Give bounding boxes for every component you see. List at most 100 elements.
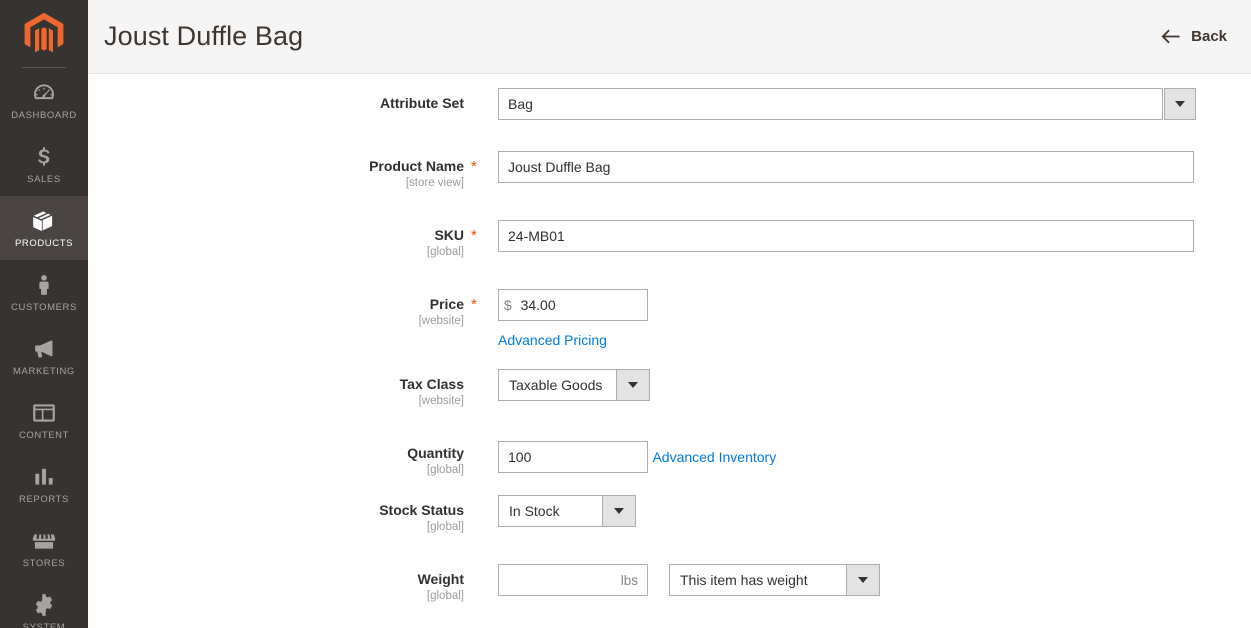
sidebar-item-label: CUSTOMERS: [11, 301, 77, 313]
sidebar-item-sales[interactable]: SALES: [0, 132, 88, 196]
sidebar-item-reports[interactable]: REPORTS: [0, 452, 88, 516]
sidebar-item-label: REPORTS: [19, 493, 69, 505]
stock-status-dropdown-button[interactable]: [602, 495, 636, 527]
sidebar-item-marketing[interactable]: MARKETING: [0, 324, 88, 388]
tax-class-dropdown-button[interactable]: [616, 369, 650, 401]
magento-logo[interactable]: [0, 0, 88, 68]
field-label: SKU: [434, 227, 464, 243]
field-label-group: Tax Class * [website]: [88, 369, 481, 407]
field-label: Weight: [417, 571, 464, 587]
sidebar-item-label: MARKETING: [13, 365, 75, 377]
field-tax-class: Tax Class * [website] Taxable Goods: [88, 369, 1251, 407]
product-form: Attribute Set *: [88, 74, 1251, 602]
admin-sidebar: DASHBOARD SALES PRODUCTS CUSTOMERS MARKE: [0, 0, 88, 628]
field-control: In Stock: [481, 495, 1251, 527]
field-scope: [website]: [418, 395, 464, 407]
product-name-input[interactable]: [498, 151, 1194, 183]
field-scope: [global]: [426, 246, 464, 258]
weight-type-select[interactable]: This item has weight: [669, 564, 880, 596]
required-asterisk: *: [471, 377, 481, 393]
field-control: [481, 151, 1251, 183]
chevron-down-icon: [614, 508, 624, 514]
storefront-icon: [31, 528, 57, 554]
chevron-down-icon: [1175, 101, 1185, 107]
field-scope: [store view]: [405, 177, 464, 189]
weight-input[interactable]: [499, 565, 621, 595]
field-control: Taxable Goods: [481, 369, 1251, 401]
field-label: Price: [429, 296, 464, 312]
required-asterisk: *: [471, 572, 481, 588]
advanced-inventory-link[interactable]: Advanced Inventory: [652, 449, 776, 465]
price-input-group: $: [498, 289, 648, 321]
field-label: Quantity: [407, 445, 464, 461]
field-price: Price * [website] $ Advanced Pricing: [88, 289, 1251, 350]
field-label-group: SKU * [global]: [88, 220, 481, 258]
sidebar-item-label: STORES: [22, 557, 66, 569]
admin-app: DASHBOARD SALES PRODUCTS CUSTOMERS MARKE: [0, 0, 1251, 628]
back-button[interactable]: Back: [1159, 24, 1229, 49]
weight-unit-label: lbs: [620, 572, 638, 588]
weight-type-dropdown-button[interactable]: [846, 564, 880, 596]
field-label-group: Product Name * [store view]: [88, 151, 481, 189]
required-asterisk: *: [471, 96, 481, 112]
field-control: [481, 220, 1251, 252]
field-label: Stock Status: [379, 502, 464, 518]
sidebar-item-products[interactable]: PRODUCTS: [0, 196, 88, 260]
sidebar-item-customers[interactable]: CUSTOMERS: [0, 260, 88, 324]
field-weight: Weight * [global] lbs This item has weig…: [88, 564, 1251, 602]
field-attribute-set: Attribute Set *: [88, 88, 1251, 120]
attribute-set-input[interactable]: [498, 88, 1163, 120]
gear-icon: [31, 592, 57, 618]
field-label-group: Stock Status * [global]: [88, 495, 481, 533]
chevron-down-icon: [858, 577, 868, 583]
sidebar-item-label: CONTENT: [18, 429, 70, 441]
tax-class-value: Taxable Goods: [498, 369, 616, 401]
sidebar-item-label: DASHBOARD: [11, 109, 77, 121]
field-label-group: Price * [website]: [88, 289, 481, 327]
sidebar-item-system[interactable]: SYSTEM: [0, 580, 88, 628]
field-label-group: Quantity * [global]: [88, 438, 481, 476]
back-button-label: Back: [1191, 28, 1227, 45]
main-content: Joust Duffle Bag Back Attribute Set *: [88, 0, 1251, 628]
field-label: Product Name: [369, 158, 464, 174]
sidebar-item-stores[interactable]: STORES: [0, 516, 88, 580]
chevron-down-icon: [628, 382, 638, 388]
required-asterisk: *: [471, 446, 481, 462]
field-control: [481, 88, 1251, 120]
field-scope: [global]: [426, 464, 464, 476]
dashboard-icon: [31, 80, 57, 106]
megaphone-icon: [31, 336, 57, 362]
required-asterisk: *: [471, 158, 477, 175]
price-input[interactable]: [516, 290, 647, 320]
person-icon: [31, 272, 57, 298]
field-label-group: Attribute Set *: [88, 88, 481, 114]
sidebar-item-dashboard[interactable]: DASHBOARD: [0, 68, 88, 132]
required-asterisk: *: [471, 503, 481, 519]
weight-input-group: lbs: [498, 564, 648, 596]
field-stock-status: Stock Status * [global] In Stock: [88, 495, 1251, 533]
sidebar-item-content[interactable]: CONTENT: [0, 388, 88, 452]
field-scope: [website]: [418, 315, 464, 327]
field-label-group: Weight * [global]: [88, 564, 481, 602]
field-label: Tax Class: [399, 376, 464, 392]
arrow-left-icon: [1161, 29, 1180, 44]
layout-icon: [31, 400, 57, 426]
attribute-set-dropdown-button[interactable]: [1164, 88, 1196, 120]
field-quantity: Quantity * [global] Advanced Inventory: [88, 438, 1251, 476]
required-asterisk: *: [471, 227, 477, 244]
box-icon: [31, 208, 57, 234]
sku-input[interactable]: [498, 220, 1194, 252]
field-sku: SKU * [global]: [88, 220, 1251, 258]
page-title: Joust Duffle Bag: [104, 21, 304, 51]
stock-status-value: In Stock: [498, 495, 602, 527]
advanced-pricing-link[interactable]: Advanced Pricing: [498, 332, 607, 348]
field-product-name: Product Name * [store view]: [88, 151, 1251, 189]
sidebar-item-label: SYSTEM: [22, 621, 66, 628]
tax-class-select[interactable]: Taxable Goods: [498, 369, 1251, 401]
dollar-icon: [31, 144, 57, 170]
stock-status-select[interactable]: In Stock: [498, 495, 1251, 527]
sidebar-item-label: PRODUCTS: [14, 237, 74, 249]
required-asterisk: *: [471, 296, 477, 313]
field-label: Attribute Set: [380, 95, 464, 111]
quantity-input[interactable]: [498, 441, 648, 473]
